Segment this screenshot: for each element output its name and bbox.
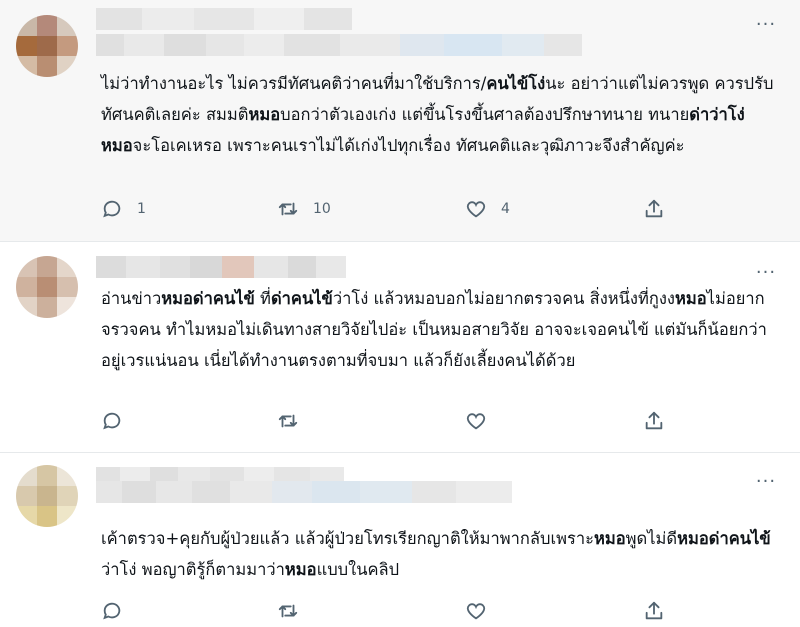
highlighted-keyword: หมอ xyxy=(593,529,626,548)
more-icon[interactable]: ··· xyxy=(754,16,778,38)
text-segment: ที่ xyxy=(254,289,271,308)
tweet-text: เค้าตรวจ+คุยกับผู้ป่วยแล้ว แล้วผู้ป่วยโท… xyxy=(101,523,781,585)
text-segment: เค้าตรวจ+คุยกับผู้ป่วยแล้ว แล้วผู้ป่วยโท… xyxy=(101,529,594,548)
tweet[interactable]: ··· เค้าตรวจ+คุยกับผู้ป่วยแล้ว แล้วผู้ป่… xyxy=(0,453,800,627)
blurred-username[interactable] xyxy=(96,256,346,278)
highlighted-keyword: หมอ xyxy=(284,560,317,579)
tweet-text: ไม่ว่าทำงานอะไร ไม่ควรมีทัศนคติว่าคนที่ม… xyxy=(101,68,781,161)
reply-button[interactable] xyxy=(101,409,137,433)
highlighted-keyword: หมอ xyxy=(248,105,281,124)
blurred-username[interactable] xyxy=(96,8,352,30)
text-segment: ว่าโง่ แล้วหมอบอกไม่อยากตรวจคน สิ่งหนึ่ง… xyxy=(332,289,675,308)
tweet[interactable]: ··· อ่านข่าวหมอด่าคนไข้ ที่ด่าคนไข้ว่าโง… xyxy=(0,242,800,452)
highlighted-keyword: คนไข้โง่ xyxy=(486,74,546,93)
blurred-handle[interactable] xyxy=(96,481,512,503)
reply-count: 1 xyxy=(137,201,146,217)
avatar[interactable] xyxy=(16,15,78,77)
avatar[interactable] xyxy=(16,256,78,318)
share-icon xyxy=(645,601,663,620)
heart-icon xyxy=(466,201,486,218)
highlighted-keyword: ด่าว่าโง่ xyxy=(689,105,745,124)
text-segment: ไม่ว่าทำงานอะไร ไม่ควรมีทัศนคติว่าคนที่ม… xyxy=(101,74,487,93)
text-segment: อ่านข่าว xyxy=(101,289,162,308)
blurred-handle[interactable] xyxy=(96,34,582,56)
text-segment: ว่าโง่ พอญาติรู้ก็ตามมาว่า xyxy=(101,560,285,579)
reply-icon xyxy=(103,602,121,620)
share-icon xyxy=(645,199,663,218)
share-button[interactable] xyxy=(643,409,665,433)
retweet-count: 10 xyxy=(313,201,331,217)
retweet-icon xyxy=(278,414,298,428)
tweet[interactable]: ··· ไม่ว่าทำงานอะไร ไม่ควรมีทัศนคติว่าคน… xyxy=(0,0,800,241)
like-button[interactable]: 4 xyxy=(465,197,510,221)
heart-icon xyxy=(466,413,486,430)
retweet-button[interactable] xyxy=(277,409,313,433)
text-segment: พูดไม่ดี xyxy=(625,529,678,548)
share-button[interactable] xyxy=(643,599,665,623)
text-segment: บอกว่าตัวเองเก่ง แต่ขึ้นโรงขึ้นศาลต้องปร… xyxy=(280,105,690,124)
highlighted-keyword: หมอด่าคนไข้ xyxy=(677,529,771,548)
share-icon xyxy=(645,411,663,430)
retweet-button[interactable] xyxy=(277,599,313,623)
highlighted-keyword: หมอด่าคนไข้ xyxy=(161,289,255,308)
reply-icon xyxy=(103,412,121,430)
reply-button[interactable]: 1 xyxy=(101,197,146,221)
text-segment: แบบในคลิป xyxy=(316,560,400,579)
text-segment: จะโอเคเหรอ เพราะคนเราไม่ได้เก่งไปทุกเรื่… xyxy=(132,136,685,155)
highlighted-keyword: หมอ xyxy=(101,136,133,155)
highlighted-keyword: ด่าคนไข้ xyxy=(270,289,333,308)
highlighted-keyword: หมอ xyxy=(674,289,707,308)
tweet-actions xyxy=(101,409,681,433)
like-button[interactable] xyxy=(465,409,501,433)
tweet-actions: 1 10 4 xyxy=(101,197,681,221)
retweet-button[interactable]: 10 xyxy=(277,197,331,221)
more-icon[interactable]: ··· xyxy=(754,473,778,495)
reply-icon xyxy=(103,200,121,218)
reply-feed: ··· ไม่ว่าทำงานอะไร ไม่ควรมีทัศนคติว่าคน… xyxy=(0,0,800,627)
tweet-text: อ่านข่าวหมอด่าคนไข้ ที่ด่าคนไข้ว่าโง่ แล… xyxy=(101,283,781,376)
tweet-actions xyxy=(101,599,681,623)
like-count: 4 xyxy=(501,201,510,217)
retweet-icon xyxy=(278,604,298,618)
like-button[interactable] xyxy=(465,599,501,623)
reply-button[interactable] xyxy=(101,599,137,623)
share-button[interactable] xyxy=(643,197,665,221)
heart-icon xyxy=(466,603,486,620)
avatar[interactable] xyxy=(16,465,78,527)
retweet-icon xyxy=(278,202,298,216)
